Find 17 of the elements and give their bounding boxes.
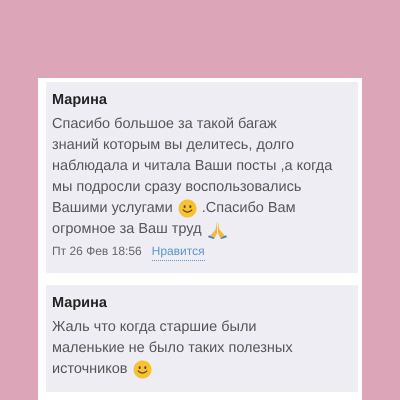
comment-text: .Спасибо Вам <box>202 199 296 218</box>
comment-text: маленькие не было таких полезных <box>52 339 293 358</box>
author-name: Марина <box>52 91 108 110</box>
smiley-icon <box>178 199 197 218</box>
comment-text: мы подросли сразу воспользовались <box>52 178 302 197</box>
author-name: Марина <box>52 294 108 313</box>
smiley-icon <box>132 360 152 379</box>
comment-text: знаний которым вы делитесь, долго <box>52 136 294 155</box>
comment-text: Спасибо большое за такой багаж <box>52 115 277 134</box>
like-link[interactable]: Нравится <box>152 243 205 261</box>
comment-text: Вашими услугами <box>52 199 173 218</box>
comment-date: Пт 26 Фев 18:56 <box>52 243 142 260</box>
comment-text: огромное за Ваш труд <box>52 220 202 239</box>
comment-text: источников <box>52 360 128 379</box>
praying-hands-icon <box>206 220 228 239</box>
comment-text: наблюдала и читала Ваши посты ,а когда <box>52 157 332 176</box>
comment-text: Жаль что когда старшие были <box>52 318 257 337</box>
